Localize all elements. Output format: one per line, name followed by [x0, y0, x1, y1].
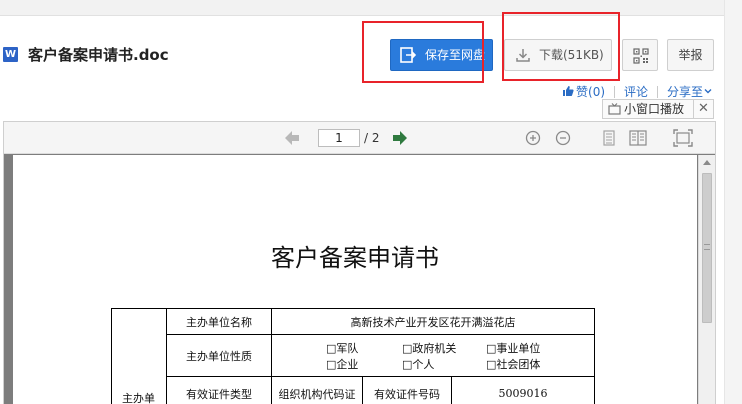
page-total: / 2 [364, 131, 380, 145]
viewer-toolbar: 1 / 2 [4, 122, 715, 154]
thumbs-up-icon [563, 86, 574, 96]
certificate-number-value: 5009016 [450, 376, 596, 404]
share-label: 分享至 [667, 85, 704, 99]
scrollbar-grip-icon [704, 244, 710, 250]
table-row-label: 主办单位名称 [166, 308, 272, 335]
fullscreen-icon[interactable] [673, 129, 693, 147]
vertical-scrollbar[interactable] [698, 155, 715, 404]
like-link[interactable]: 赞(0) [562, 84, 605, 100]
double-page-view-icon[interactable] [629, 130, 647, 146]
nature-options-cell: □军队 □政府机关 □事业单位 □企业 □个人 □社会团体 [270, 334, 596, 377]
comment-link[interactable]: 评论 [624, 84, 648, 100]
download-icon [516, 49, 530, 62]
certificate-type-value: 组织机构代码证 [271, 376, 363, 404]
qr-code-button[interactable] [622, 39, 658, 71]
option-government: □政府机关 [402, 341, 457, 355]
table-row-label: 有效证件类型 [166, 376, 272, 404]
mini-window-label: 小窗口播放 [624, 102, 685, 116]
social-divider [614, 86, 615, 98]
save-to-cloud-button[interactable]: 保存至网盘 [390, 39, 493, 71]
document-heading: 客户备案申请书 [271, 244, 439, 272]
like-label: 赞 [576, 85, 589, 99]
save-to-cloud-label: 保存至网盘 [425, 48, 486, 62]
page: W 客户备案申请书.doc 保存至网盘 下载(51KB) 举报 赞(0) 评论 … [0, 0, 742, 404]
scroll-up-icon[interactable] [703, 160, 711, 165]
page-right-edge [724, 0, 742, 404]
like-count: (0) [588, 85, 606, 99]
download-button[interactable]: 下载(51KB) [504, 39, 612, 71]
option-institution: □事业单位 [486, 341, 541, 355]
table-side-label-cell: 主办单 [111, 308, 167, 404]
table-row-label: 主办单位性质 [166, 334, 272, 377]
report-button[interactable]: 举报 [667, 39, 714, 71]
option-social-group: □社会团体 [486, 357, 541, 371]
save-export-icon [400, 47, 416, 63]
word-file-icon: W [3, 47, 18, 62]
option-enterprise: □企业 [326, 357, 359, 371]
document-viewer: 1 / 2 客户备案申请书 主办单 主办单位名称 高新技术产业开发区花开满溢花店… [3, 121, 716, 404]
mini-window-play[interactable]: 小窗口播放 ✕ [602, 99, 714, 119]
zoom-out-icon[interactable] [555, 130, 571, 146]
tv-icon [608, 103, 621, 115]
document-page: 客户备案申请书 主办单 主办单位名称 高新技术产业开发区花开满溢花店 主办单位性… [13, 155, 697, 404]
document-title: 客户备案申请书.doc [28, 46, 169, 64]
application-form-table: 主办单 主办单位名称 高新技术产业开发区花开满溢花店 主办单位性质 □军队 □政… [111, 308, 596, 404]
option-military: □军队 [326, 341, 359, 355]
social-divider [657, 86, 658, 98]
top-band [0, 0, 742, 16]
page-number-input[interactable]: 1 [318, 129, 360, 147]
download-label: 下载(51KB) [539, 48, 604, 62]
share-link[interactable]: 分享至 [667, 84, 712, 100]
chevron-down-icon [704, 89, 712, 94]
option-individual: □个人 [402, 357, 435, 371]
qr-code-icon [633, 48, 649, 64]
single-page-view-icon[interactable] [602, 130, 616, 146]
certificate-number-label: 有效证件号码 [362, 376, 452, 404]
next-page-icon[interactable] [392, 130, 408, 146]
table-side-label: 主办单 [122, 391, 155, 404]
table-row-value: 高新技术产业开发区花开满溢花店 [270, 308, 596, 335]
zoom-in-icon[interactable] [525, 130, 541, 146]
close-icon[interactable]: ✕ [693, 100, 713, 118]
previous-page-icon[interactable] [284, 130, 300, 146]
